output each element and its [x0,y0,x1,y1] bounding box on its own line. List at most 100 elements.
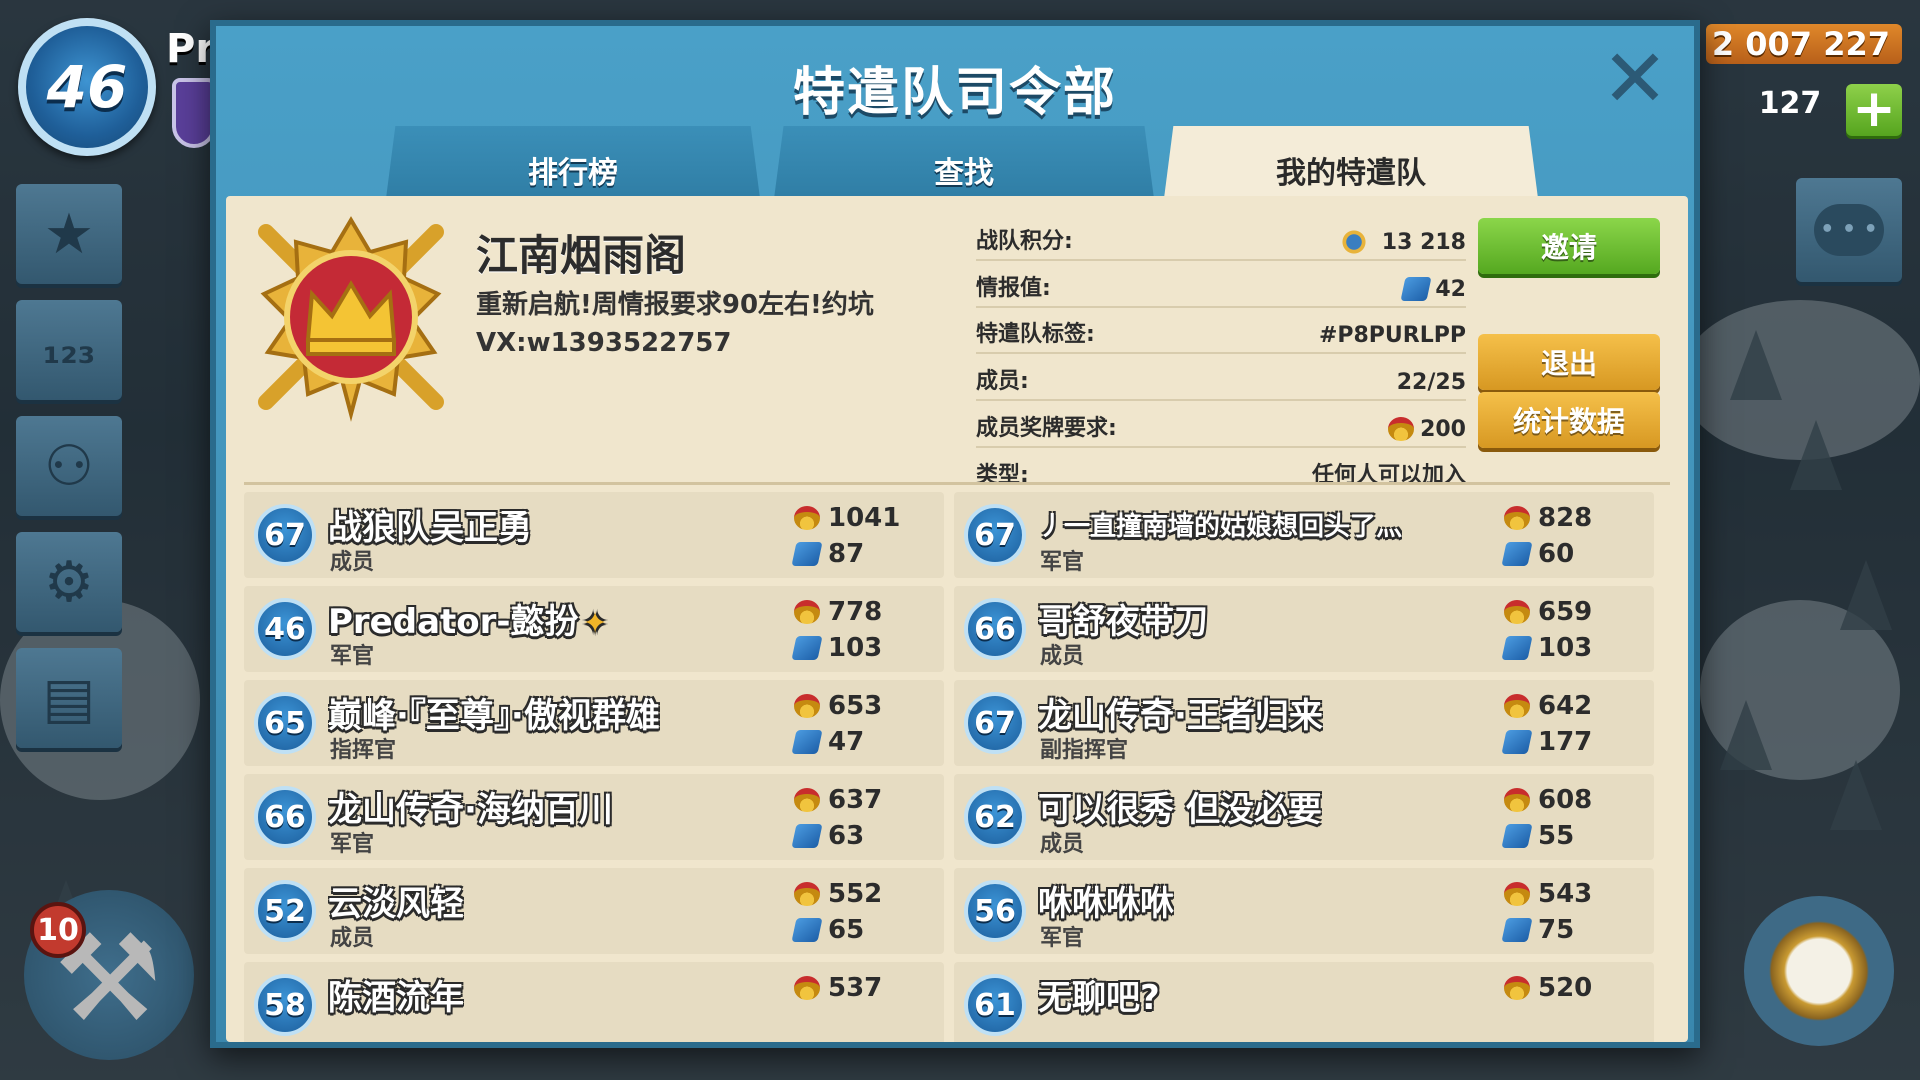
member-row[interactable]: 67 龙山传奇·王者归来 副指挥官 642 177 [954,680,1654,766]
medal-icon [1504,506,1530,530]
intel-icon [791,542,823,566]
member-row[interactable]: 46 Predator-懿扮 ✦ 军官 778 103 [244,586,944,672]
member-stats: 543 75 [1501,876,1614,948]
member-name: 无聊吧? [1038,978,1160,1018]
member-name: 陈酒流年 [328,978,464,1018]
member-medals: 828 [1538,503,1593,533]
member-role: 成员 [1040,832,1085,857]
member-level-badge: 67 [964,692,1026,754]
leaderboard-icon: ₁₂₃ [42,327,96,373]
buy-gems-button[interactable]: + [1846,83,1902,136]
intel-icon [791,730,823,754]
chat-icon [1814,204,1884,256]
member-role: 军官 [330,832,375,857]
member-medals: 543 [1538,879,1593,909]
my-task-force-panel: 江南烟雨阁 重新启航!周情报要求90左右!约坑 VX:w1393522757 战… [226,196,1688,1042]
member-name: 龙山传奇·海纳百川 [328,790,613,830]
player-level-badge[interactable]: 46 [18,18,156,156]
task-force-description: 重新启航!周情报要求90左右!约坑 VX:w1393522757 [476,290,874,358]
member-row[interactable]: 56 咻咻咻咻 军官 543 75 [954,868,1654,954]
medal-icon [794,600,820,624]
member-role: 军官 [330,644,375,669]
star-icon-button[interactable]: ★ [16,184,122,284]
member-medals: 653 [828,691,883,721]
member-stats: 659 103 [1501,594,1614,666]
info-row-medal-requirement: 成员奖牌要求: 200 [976,401,1466,448]
gem-counter: 127 [1758,86,1822,121]
newspaper-icon: ▤ [42,665,96,731]
member-stats: 552 65 [791,876,904,948]
member-row[interactable]: 62 可以很秀 但没必要 成员 608 55 [954,774,1654,860]
medal-icon [794,506,820,530]
news-icon-button[interactable]: ▤ [16,648,122,748]
task-force-icon: ⚇ [43,433,95,499]
member-stats: 778 103 [791,594,904,666]
member-medals: 537 [828,973,883,1003]
chat-button[interactable] [1796,178,1902,282]
member-row[interactable]: 52 云淡风轻 成员 552 65 [244,868,944,954]
member-intel: 55 [1538,821,1575,851]
intel-icon [1501,636,1533,660]
leaderboard-icon-button[interactable]: ₁₂₃ [16,300,122,400]
member-level-badge: 62 [964,786,1026,848]
medal-icon [794,694,820,718]
invite-button[interactable]: 邀请 [1478,218,1660,274]
member-medals: 778 [828,597,883,627]
member-medals: 552 [828,879,883,909]
member-stats: 608 55 [1501,782,1614,854]
compass-icon[interactable] [1744,896,1894,1046]
info-row-type: 类型: 任何人可以加入 [976,448,1466,495]
task-force-name: 江南烟雨阁 [476,231,687,280]
member-stats: 1041 87 [791,500,904,572]
member-row[interactable]: 66 哥舒夜带刀 成员 659 103 [954,586,1654,672]
intel-icon [1501,730,1533,754]
task-force-emblem-icon [258,216,444,422]
member-stats: 642 177 [1501,688,1614,760]
medal-icon [1504,694,1530,718]
member-level-badge: 61 [964,974,1026,1036]
member-role: 成员 [330,550,375,575]
member-level-badge: 46 [254,598,316,660]
member-row[interactable]: 65 巅峰·『至尊』·傲视群雄 指挥官 653 47 [244,680,944,766]
member-level-badge: 67 [254,504,316,566]
intel-icon [791,636,823,660]
member-intel: 75 [1538,915,1575,945]
member-stats: 653 47 [791,688,904,760]
member-row[interactable]: 67 丿一直撞南墙的姑娘想回头了灬 军官 828 60 [954,492,1654,578]
member-name: 龙山传奇·王者归来 [1038,696,1323,736]
task-force-info: 战队积分: 13 218 情报值: 42 特遣队标签: #P8PURLPP 成员… [976,214,1466,495]
settings-icon-button[interactable]: ⚙ [16,532,122,632]
member-medals: 520 [1538,973,1593,1003]
member-medals: 1041 [828,503,901,533]
member-level-badge: 66 [254,786,316,848]
member-name: 巅峰·『至尊』·傲视群雄 [328,696,660,736]
member-stats: 537 [794,970,904,1006]
intel-icon [1501,542,1533,566]
leave-button[interactable]: 退出 [1478,334,1660,390]
medal-icon [1504,600,1530,624]
member-name: 可以很秀 但没必要 [1038,790,1322,830]
member-level-badge: 56 [964,880,1026,942]
member-level-badge: 67 [964,504,1026,566]
builder-count-badge: 10 [30,902,86,958]
member-level-badge: 65 [254,692,316,754]
medal-icon [794,882,820,906]
member-row[interactable]: 66 龙山传奇·海纳百川 军官 637 63 [244,774,944,860]
member-intel: 87 [828,539,865,569]
task-force-hq-modal: 特遣队司令部 ✕ 排行榜 查找 我的特遣队 江南烟雨阁 重新启航!周情报要求90… [210,20,1700,1048]
member-medals: 659 [1538,597,1593,627]
info-row-tag: 特遣队标签: #P8PURLPP [976,308,1466,355]
intel-icon [1400,277,1432,302]
member-intel: 177 [1538,727,1593,757]
medal-icon [1504,788,1530,812]
member-role: 成员 [330,926,375,951]
member-intel: 103 [1538,633,1593,663]
close-icon[interactable]: ✕ [1600,39,1670,119]
member-row[interactable]: 67 战狼队吴正勇 成员 1041 87 [244,492,944,578]
member-row[interactable]: 61 无聊吧? 520 [954,962,1654,1042]
member-name: 哥舒夜带刀 [1038,602,1208,642]
member-row[interactable]: 58 陈酒流年 537 [244,962,944,1042]
member-name: 战狼队吴正勇 [328,508,532,548]
statistics-button[interactable]: 统计数据 [1478,392,1660,448]
task-force-icon-button[interactable]: ⚇ [16,416,122,516]
